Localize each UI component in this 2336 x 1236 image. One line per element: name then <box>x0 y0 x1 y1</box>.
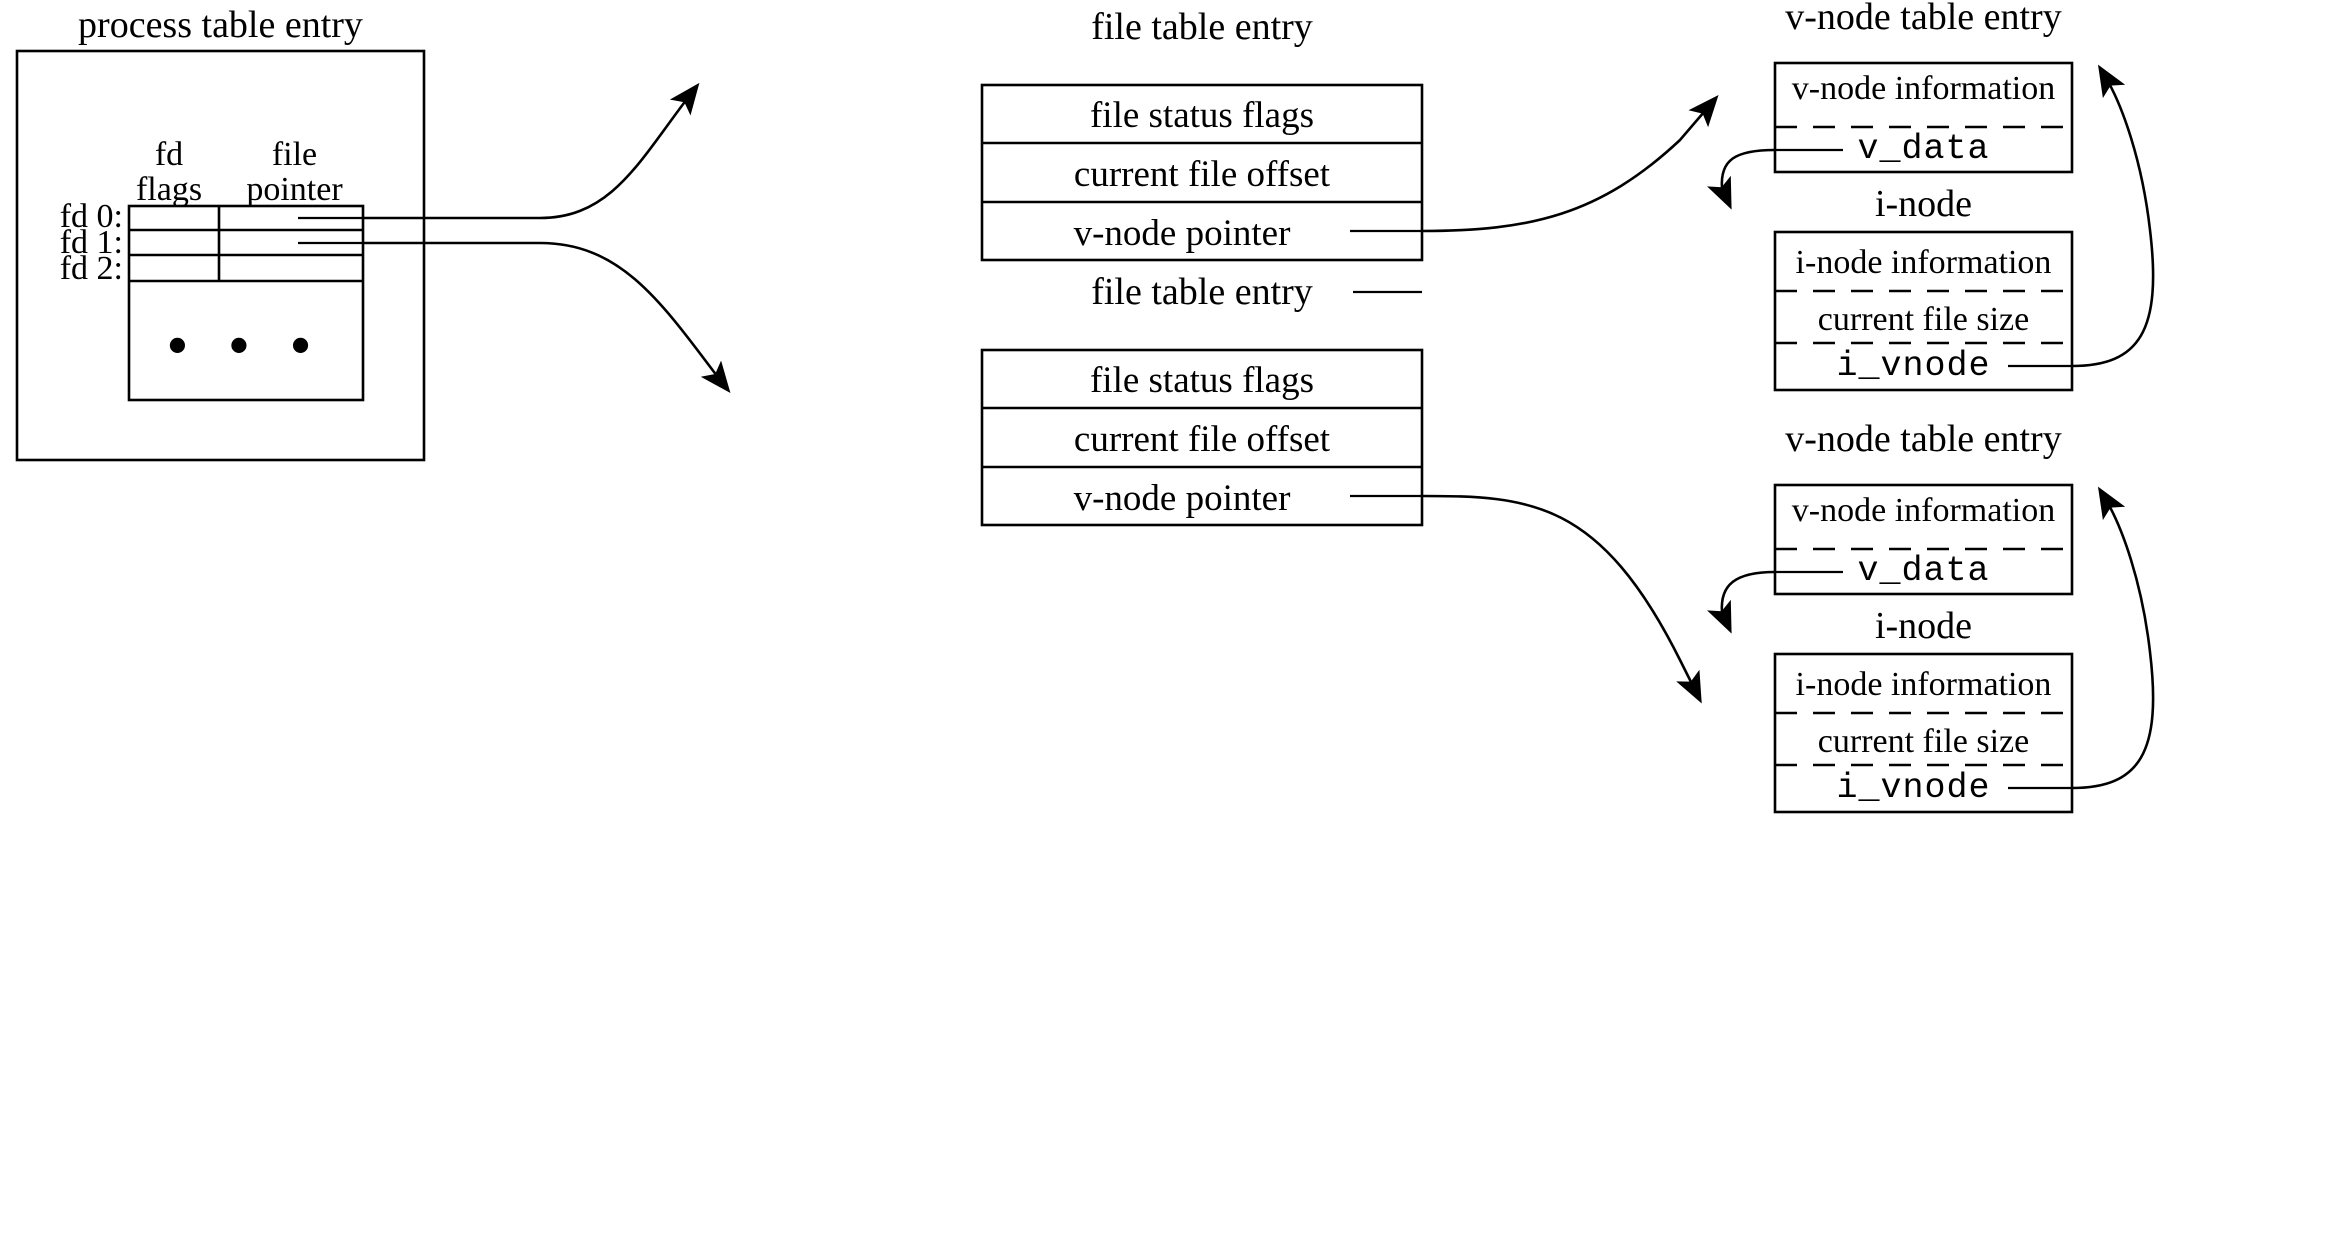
vnode-table-2-caption: v-node table entry <box>1785 418 2062 460</box>
file-table-1-caption: file table entry <box>1091 6 1313 48</box>
vnode-table-1-caption: v-node table entry <box>1785 0 2062 38</box>
file-table-2-row-1: current file offset <box>1073 419 1331 460</box>
file-table-1-row-0: file status flags <box>1089 95 1314 136</box>
arrow-fd0-to-filetable-1 <box>363 82 700 220</box>
file-table-1-row-1: current file offset <box>1073 154 1331 195</box>
fd-flags-header-line2: flags <box>135 171 203 209</box>
inode-1-row-1: current file size <box>1817 301 2030 338</box>
inode-1-row-2-i-vnode: i_vnode <box>1836 346 1991 386</box>
fd-table-ellipsis: • • • <box>167 315 325 377</box>
file-table-2-row-2: v-node pointer <box>1073 478 1291 519</box>
inode-1-caption: i-node <box>1874 183 1973 225</box>
vnode-table-2-row-0: v-node information <box>1791 492 2056 529</box>
fd-flags-column-header: fd flags <box>119 137 219 207</box>
file-table-1-row-2: v-node pointer <box>1073 213 1291 254</box>
process-table-caption: process table entry <box>78 4 363 46</box>
file-table-2-caption: file table entry <box>1091 271 1313 313</box>
arrow-vnode1-vdata-to-inode1 <box>1707 148 1776 210</box>
fd-row-label-2: fd 2: <box>59 250 123 287</box>
inode-2-caption: i-node <box>1874 605 1973 647</box>
file-pointer-header-line2: pointer <box>246 171 343 209</box>
file-table-2-row-0: file status flags <box>1089 360 1314 401</box>
inode-1-row-0: i-node information <box>1795 244 2052 281</box>
arrow-inode1-ivnode-to-vnode1 <box>2071 64 2155 368</box>
arrow-fd1-to-filetable-2 <box>363 241 731 394</box>
diagram-canvas: process table entry fd flags file pointe… <box>0 0 2336 1236</box>
inode-2-row-1: current file size <box>1817 723 2030 760</box>
file-pointer-header-line1: file <box>271 136 318 173</box>
arrow-vnode2-vdata-to-inode2 <box>1707 570 1776 634</box>
file-pointer-column-header: file pointer <box>226 137 363 207</box>
inode-2-row-2-i-vnode: i_vnode <box>1836 768 1991 808</box>
vnode-table-2-row-1-v-data: v_data <box>1857 551 1990 591</box>
arrow-inode2-ivnode-to-vnode2 <box>2071 486 2155 790</box>
inode-2-row-0: i-node information <box>1795 666 2052 703</box>
arrow-filetable2-to-vnode2 <box>1421 494 1702 704</box>
vnode-table-1-row-1-v-data: v_data <box>1857 129 1990 169</box>
fd-flags-header-line1: fd <box>154 136 184 173</box>
arrow-filetable1-to-vnode1 <box>1421 95 1719 233</box>
vnode-table-1-row-0: v-node information <box>1791 70 2056 107</box>
